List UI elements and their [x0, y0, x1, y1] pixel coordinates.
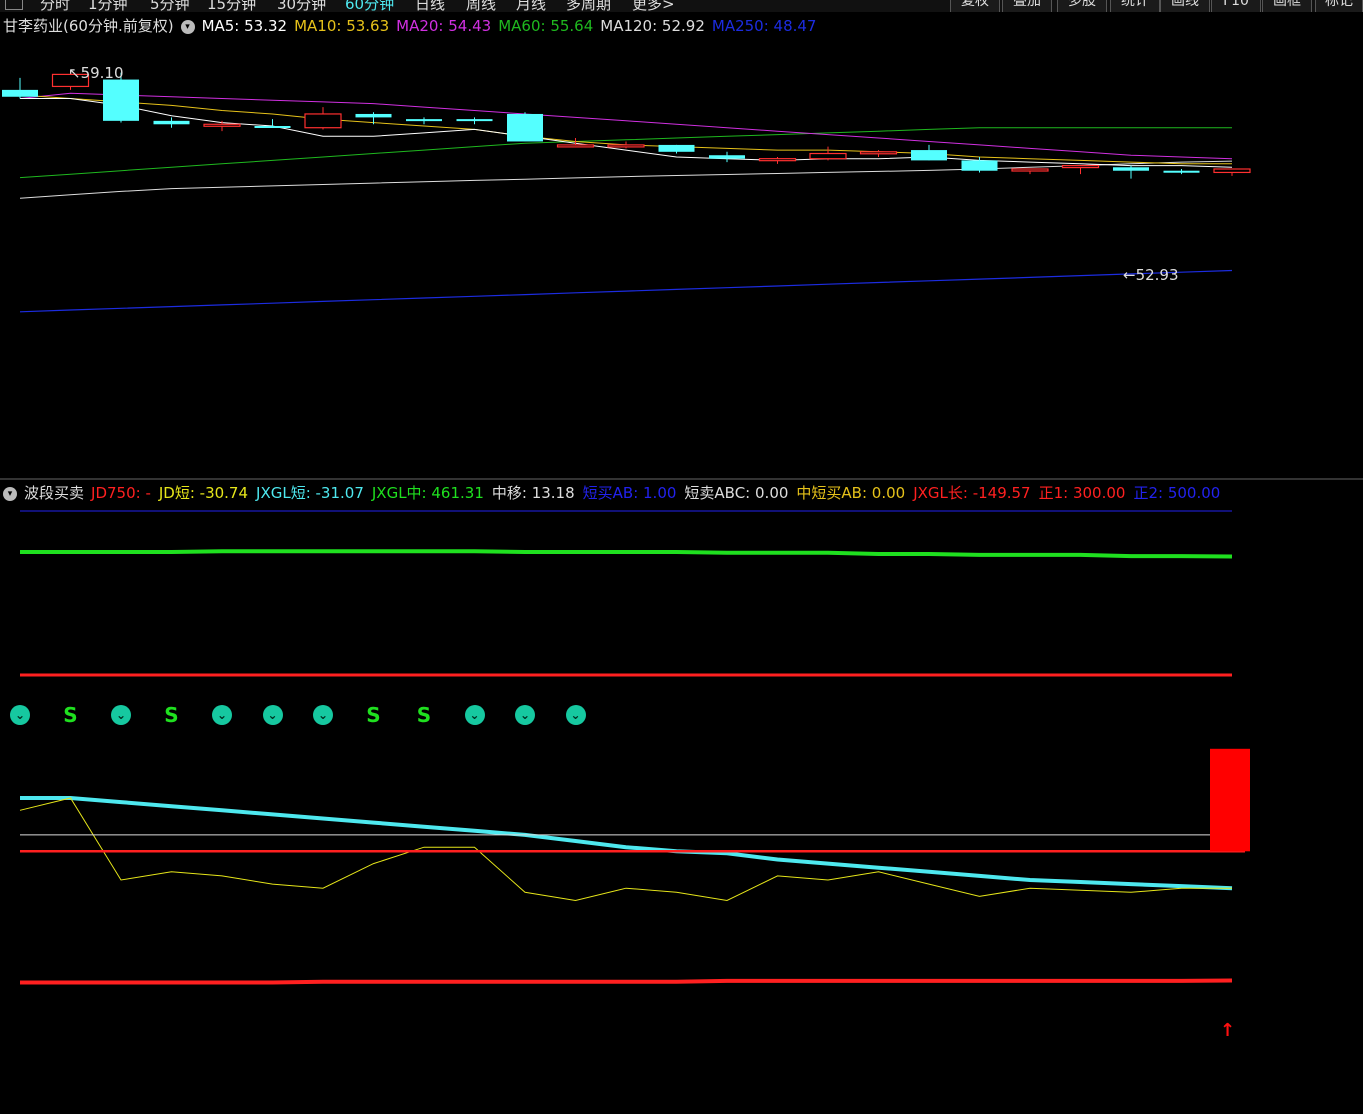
- chevron-down-signal-icon: ⌄: [464, 705, 485, 725]
- sell-signal-icon: S: [366, 703, 381, 727]
- series-JXGL中: [20, 549, 1233, 559]
- chevron-down-signal-icon: ⌄: [262, 705, 283, 725]
- chevron-down-signal-icon: ⌄: [111, 705, 131, 725]
- chevron-down-signal-icon: ⌄: [515, 705, 535, 725]
- series-JD短: [19, 797, 1232, 902]
- buy-arrow-icon: ↑: [1220, 1020, 1236, 1041]
- chevron-down-signal-icon: ⌄: [212, 705, 232, 725]
- signal-bar: [1210, 748, 1250, 852]
- chevron-down-signal-icon: ⌄: [10, 705, 30, 725]
- chevron-down-signal-icon: ⌄: [313, 705, 333, 725]
- sell-signal-icon: S: [416, 703, 432, 727]
- indicator-chart[interactable]: [0, 0, 1363, 1114]
- sell-signal-icon: S: [63, 703, 78, 727]
- series-JXGL长: [20, 978, 1233, 985]
- sell-signal-icon: S: [164, 703, 179, 727]
- chevron-down-signal-icon: ⌄: [565, 705, 586, 725]
